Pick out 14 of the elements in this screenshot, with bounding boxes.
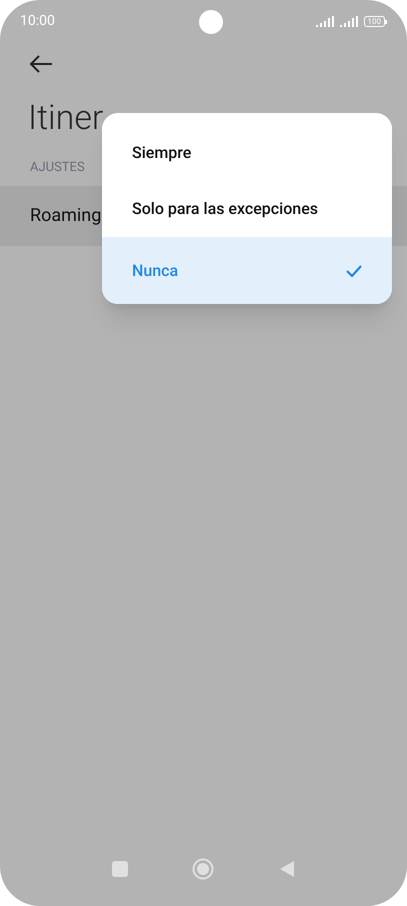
signal-icon [316, 16, 334, 27]
camera-cutout [199, 10, 224, 34]
signal-icon [340, 16, 358, 27]
recents-button[interactable] [112, 860, 128, 876]
back-arrow-icon[interactable] [29, 55, 53, 73]
menu-option[interactable]: Solo para las excepciones [102, 181, 392, 237]
home-button[interactable] [192, 858, 214, 880]
back-button[interactable] [278, 860, 295, 878]
status-time: 10:00 [20, 12, 55, 31]
section-header: AJUSTES [30, 159, 86, 177]
page-title: Itiner [28, 97, 104, 140]
battery-icon: 100 [364, 16, 387, 27]
menu-option[interactable]: Siempre [102, 125, 392, 181]
checkmark-icon [346, 264, 362, 276]
